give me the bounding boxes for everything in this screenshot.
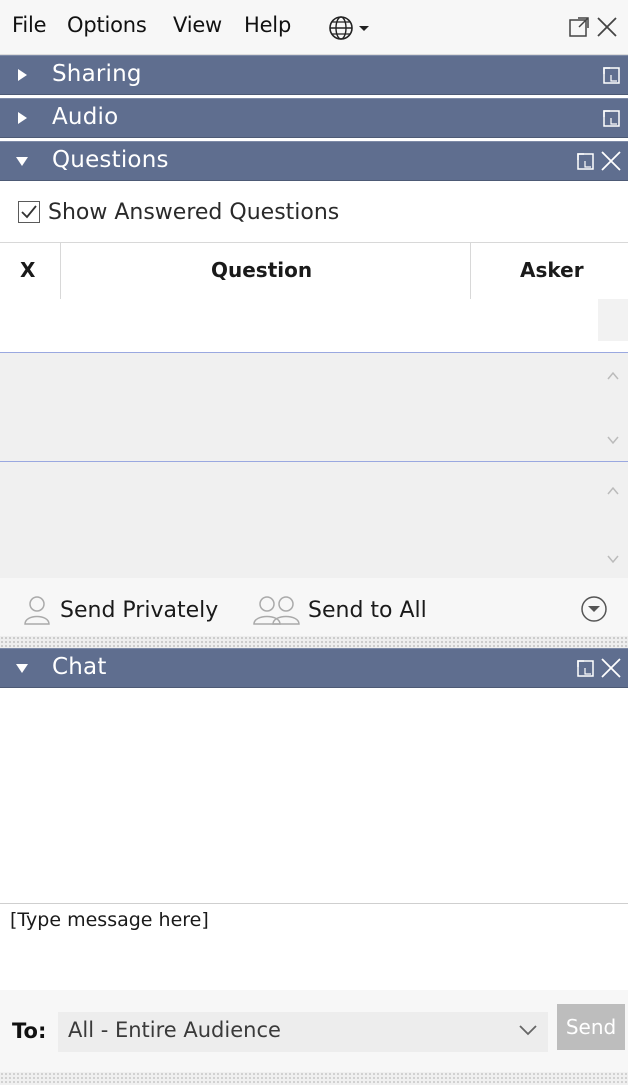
people-icon (253, 596, 300, 625)
recipient-value: All - Entire Audience (68, 1018, 281, 1042)
scroll-up-icon[interactable] (606, 484, 620, 498)
menu-view[interactable]: View (173, 13, 222, 37)
close-icon[interactable] (601, 658, 621, 678)
sharing-panel-title: Sharing (52, 61, 142, 87)
scrollbar[interactable] (598, 353, 628, 461)
questions-panel-title: Questions (52, 147, 169, 173)
to-label: To: (12, 1019, 47, 1043)
show-answered-checkbox[interactable]: Show Answered Questions (18, 195, 339, 229)
popout-icon[interactable] (577, 660, 594, 677)
chat-log (0, 690, 628, 904)
column-x[interactable]: X (20, 258, 35, 282)
chat-message-input[interactable]: [Type message here] (0, 903, 628, 991)
language-dropdown[interactable] (328, 14, 378, 42)
popout-icon[interactable] (566, 61, 626, 89)
menu-file[interactable]: File (12, 13, 47, 37)
collapse-arrow-icon (16, 157, 28, 166)
collapse-arrow-icon (16, 664, 28, 673)
scroll-up-icon[interactable] (606, 369, 620, 383)
more-options-icon[interactable] (580, 595, 608, 623)
questions-panel-header[interactable]: Questions (0, 141, 628, 181)
sharing-panel-header[interactable]: Sharing (0, 55, 628, 95)
popout-icon[interactable] (566, 104, 626, 132)
send-to-all-button[interactable]: Send to All (250, 594, 427, 626)
close-icon[interactable] (601, 151, 621, 171)
splitter[interactable] (0, 636, 628, 648)
chevron-down-icon (519, 1025, 537, 1036)
expand-arrow-icon (18, 69, 27, 81)
popout-icon[interactable] (577, 153, 594, 170)
send-privately-button[interactable]: Send Privately (22, 594, 218, 626)
question-actions: Send Privately Send to All (0, 578, 628, 638)
close-icon[interactable] (597, 17, 617, 37)
resize-grip[interactable] (0, 1072, 628, 1085)
expand-arrow-icon (18, 112, 27, 124)
person-icon (24, 596, 50, 625)
send-button[interactable]: Send (557, 1004, 625, 1050)
send-to-all-label: Send to All (308, 597, 427, 623)
answer-input-pane[interactable] (0, 461, 628, 579)
popout-icon[interactable] (569, 17, 589, 37)
questions-table-body (0, 299, 628, 341)
send-privately-label: Send Privately (60, 597, 219, 623)
scrollbar[interactable] (598, 299, 628, 341)
checkbox-icon[interactable] (18, 201, 40, 223)
column-asker[interactable]: Asker (520, 258, 584, 282)
menu-options[interactable]: Options (67, 13, 147, 37)
chat-input-placeholder: [Type message here] (10, 909, 209, 931)
scrollbar[interactable] (598, 462, 628, 579)
audio-panel-header[interactable]: Audio (0, 98, 628, 138)
chat-recipient-row: To: All - Entire Audience Send (0, 990, 628, 1072)
scroll-down-icon[interactable] (606, 552, 620, 566)
menu-help[interactable]: Help (244, 13, 291, 37)
recipient-select[interactable]: All - Entire Audience (58, 1012, 548, 1052)
chat-panel-title: Chat (52, 654, 107, 680)
show-answered-label: Show Answered Questions (48, 199, 340, 225)
audio-panel-title: Audio (52, 104, 119, 130)
chat-panel-header[interactable]: Chat (0, 648, 628, 688)
menu-bar: File Options View Help (0, 0, 628, 55)
questions-table-header: X Question Asker (0, 242, 628, 300)
window-controls (564, 12, 624, 42)
scroll-down-icon[interactable] (606, 433, 620, 447)
question-detail-pane[interactable] (0, 352, 628, 461)
column-question[interactable]: Question (211, 258, 312, 282)
globe-icon (329, 16, 369, 40)
